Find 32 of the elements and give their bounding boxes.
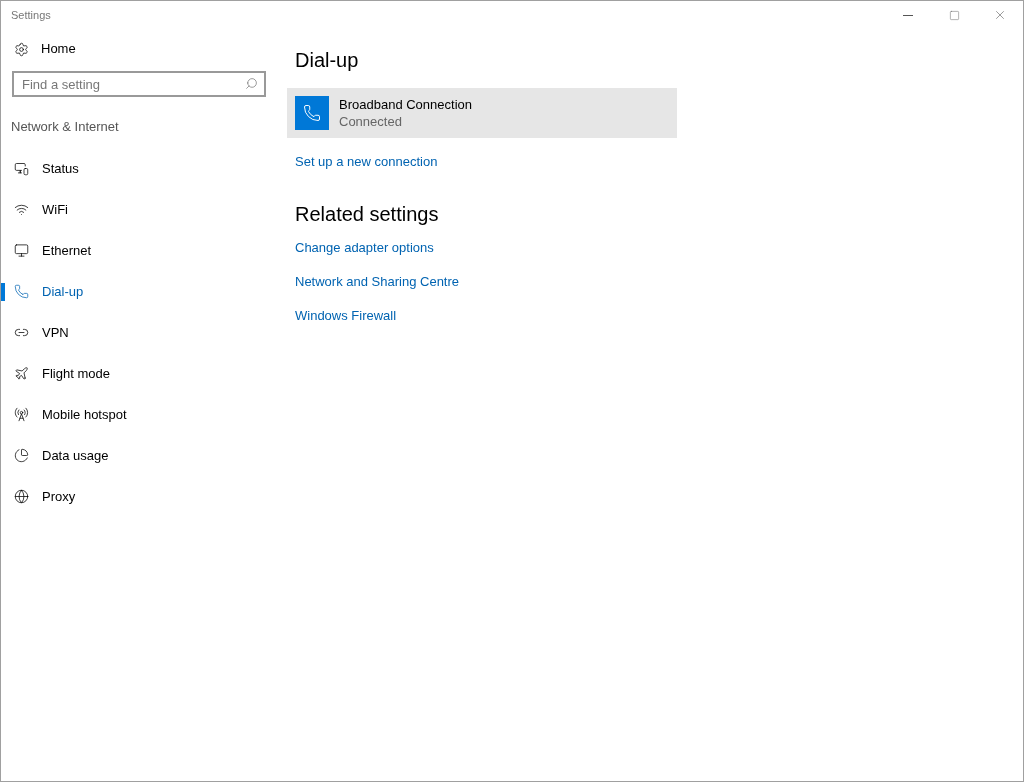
nav-item[interactable]: Mobile hotspot [1, 394, 277, 435]
nav-item[interactable]: Status [1, 148, 277, 189]
close-icon [993, 8, 1007, 22]
nav-item[interactable]: WiFi [1, 189, 277, 230]
phone-tile-icon [295, 96, 329, 130]
nav-item[interactable]: Ethernet [1, 230, 277, 271]
nav-item[interactable]: Proxy [1, 476, 277, 517]
related-link[interactable]: Windows Firewall [295, 307, 460, 324]
minimize-icon [903, 14, 913, 16]
section-title: Related settings [295, 201, 439, 227]
home-nav-item[interactable]: Home [1, 29, 277, 69]
pie-chart-icon [14, 448, 29, 463]
search-field[interactable]: Find a setting [12, 71, 266, 97]
search-icon [245, 77, 258, 90]
related-link[interactable]: Change adapter options [295, 239, 460, 256]
related-link[interactable]: Network and Sharing Centre [295, 273, 460, 290]
nav-item[interactable]: VPN [1, 312, 277, 353]
plane-icon [14, 366, 29, 381]
nav-item[interactable]: Dial-up [1, 271, 277, 312]
section-heading: Network & Internet [10, 118, 120, 135]
phone-icon [14, 284, 29, 299]
monitor-icon [14, 243, 29, 258]
maximize-icon [948, 9, 960, 21]
page-title: Dial-up [295, 48, 359, 73]
globe-icon [14, 489, 29, 504]
settings-icon [14, 41, 29, 57]
setup-link[interactable]: Set up a new connection [295, 152, 438, 172]
nav-item[interactable]: Data usage [1, 435, 277, 476]
connection-item[interactable]: Broadband Connection Connected [287, 88, 677, 138]
nav-item[interactable]: Flight mode [1, 353, 277, 394]
window-title: Settings [11, 7, 51, 23]
antenna-icon [14, 407, 29, 422]
